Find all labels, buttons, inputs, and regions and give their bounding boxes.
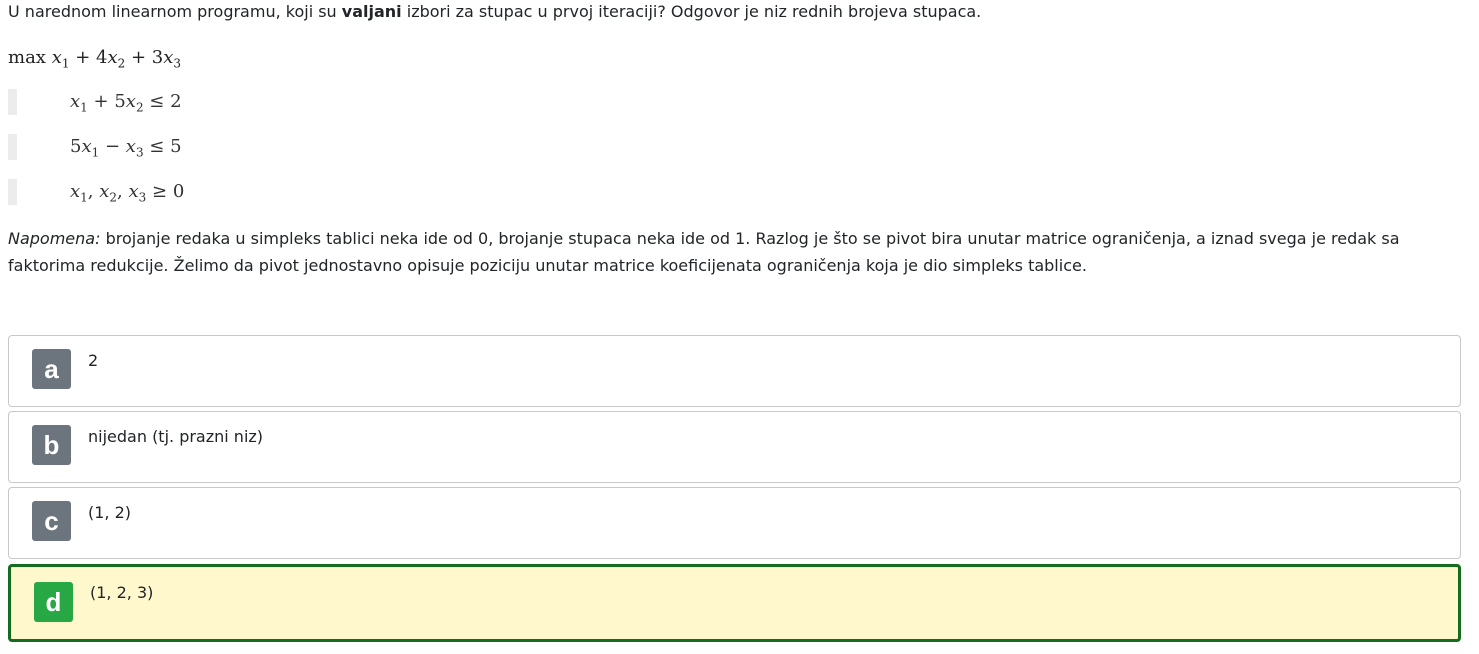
question-text: U narednom linearnom programu, koji su v… (8, 0, 1468, 24)
answer-letter-badge: d (34, 582, 73, 622)
constraint-2: 5x1 − x3 ≤ 5 (8, 134, 408, 160)
answer-letter-badge: a (32, 349, 71, 389)
objective-term-2-coef: + 4 (69, 47, 108, 68)
constraint-1-sub-1: 1 (80, 100, 88, 115)
objective-max: max (8, 47, 46, 68)
answer-letter-badge: c (32, 501, 71, 541)
constraint-1-var-2: x (125, 91, 136, 112)
constraint-1-relation: ≤ 2 (143, 91, 182, 112)
note-label: Napomena: (8, 229, 101, 248)
constraint-1: x1 + 5x2 ≤ 2 (8, 89, 408, 115)
question-text-start: U narednom linearnom programu, koji su (8, 2, 342, 21)
objective-term-3-coef: + 3 (125, 47, 164, 68)
constraint-3-sep-1: , (87, 181, 100, 202)
constraint-3-sep-2: , (117, 181, 129, 202)
question: U narednom linearnom programu, koji su v… (8, 0, 1468, 275)
answer-option-c[interactable]: c (1, 2) (8, 487, 1461, 559)
objective-sub-3: 3 (173, 56, 182, 71)
answer-text: (1, 2, 3) (90, 583, 154, 602)
answer-letter-badge: b (32, 425, 71, 465)
constraint-3-var-1: x (70, 181, 81, 202)
question-text-end: izbori za stupac u prvoj iteraciji? Odgo… (401, 2, 982, 21)
constraint-2-relation: ≤ 5 (143, 136, 182, 157)
objective-function: max x1 + 4x2 + 3x3 (8, 44, 181, 72)
constraint-1-sub-2: 2 (135, 100, 144, 115)
constraint-2-sub-2: 3 (135, 145, 144, 160)
constraint-3-relation: ≥ 0 (146, 181, 185, 202)
note-paragraph: Napomena: brojanje redaka u simpleks tab… (8, 225, 1448, 279)
constraint-3: x1, x2, x3 ≥ 0 (8, 179, 408, 205)
constraint-1-var-1: x (70, 91, 81, 112)
constraint-3-sub-2: 2 (109, 190, 118, 205)
constraint-bar (8, 179, 17, 205)
constraint-1-expression: x1 + 5x2 ≤ 2 (70, 89, 182, 115)
objective-var-2: x (107, 47, 118, 68)
constraint-2-var-2: x (125, 136, 136, 157)
constraint-2-op: − (99, 136, 126, 157)
constraint-2-expression: 5x1 − x3 ≤ 5 (70, 134, 182, 160)
constraint-bar (8, 89, 17, 115)
constraint-3-var-2: x (99, 181, 110, 202)
objective-var-1: x (51, 47, 62, 68)
constraint-3-var-3: x (128, 181, 139, 202)
note-text: brojanje redaka u simpleks tablici neka … (8, 229, 1400, 275)
answer-text: nijedan (tj. prazni niz) (88, 427, 264, 446)
constraint-3-expression: x1, x2, x3 ≥ 0 (70, 179, 184, 205)
constraint-2-var-1: x (81, 136, 92, 157)
objective-var-3: x (163, 47, 174, 68)
answer-option-d[interactable]: d (1, 2, 3) (8, 564, 1461, 642)
question-text-emphasis: valjani (341, 2, 402, 21)
answer-option-a[interactable]: a 2 (8, 335, 1461, 407)
constraint-2-coef: 5 (70, 136, 82, 157)
constraint-3-sub-1: 1 (80, 190, 88, 205)
answer-text: 2 (88, 351, 99, 370)
constraint-bar (8, 134, 17, 160)
constraint-1-op: + 5 (87, 91, 126, 112)
answer-option-b[interactable]: b nijedan (tj. prazni niz) (8, 411, 1461, 483)
answer-text: (1, 2) (88, 503, 132, 522)
